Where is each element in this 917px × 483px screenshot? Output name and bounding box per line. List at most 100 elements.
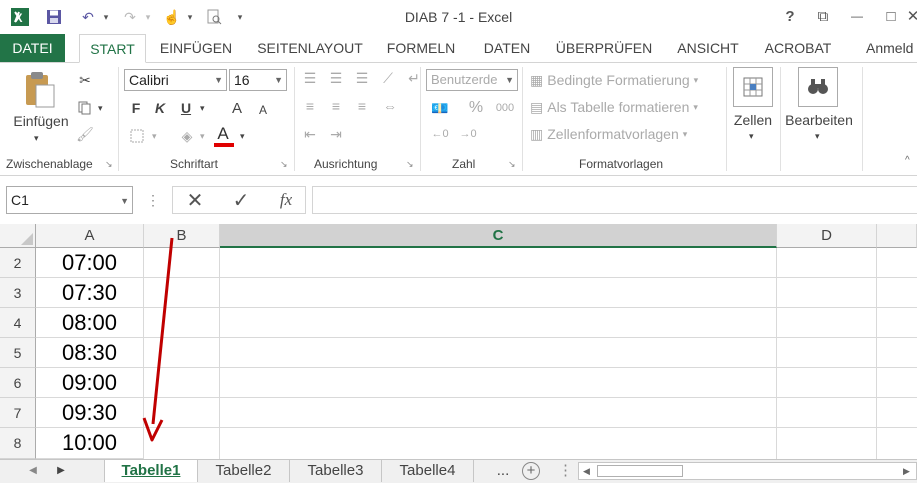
maximize-button[interactable]: □ [874, 4, 908, 28]
tab-acrobat[interactable]: ACROBAT [758, 34, 838, 62]
underline-button[interactable]: U [176, 97, 196, 119]
decrease-indent-icon[interactable]: ⇤ [300, 123, 320, 145]
tab-ueberpruefen[interactable]: ÜBERPRÜFEN [550, 34, 658, 62]
align-middle-icon[interactable]: ☰ [326, 67, 346, 89]
cell-a2[interactable]: 07:00 [36, 248, 144, 278]
ribbon-display-options-button[interactable]: ⧉ [806, 4, 840, 28]
alignment-launcher-icon[interactable]: ↘ [406, 159, 414, 170]
italic-button[interactable]: K [150, 97, 170, 119]
more-handle-icon[interactable]: ⋮ [146, 192, 160, 209]
shrink-font-button[interactable]: A [254, 99, 272, 121]
cell-a5[interactable]: 08:30 [36, 338, 144, 368]
paste-icon[interactable] [16, 69, 62, 113]
cell-a6[interactable]: 09:00 [36, 368, 144, 398]
align-left-icon[interactable]: ≡ [300, 95, 320, 117]
currency-icon[interactable]: 💶 [428, 97, 452, 119]
thousands-separator-button[interactable]: 000 [492, 97, 518, 119]
column-header-d[interactable]: D [777, 224, 877, 248]
fill-color-dropdown-icon[interactable]: ▾ [200, 131, 205, 142]
close-button[interactable]: ✕ [906, 4, 917, 28]
cell-a8[interactable]: 10:00 [36, 428, 144, 459]
scroll-sheets-right-icon[interactable]: ▶ [54, 460, 68, 482]
scroll-right-icon[interactable]: ▶ [903, 466, 910, 477]
split-handle-icon[interactable]: ⋮ [558, 460, 573, 482]
align-center-icon[interactable]: ≡ [326, 95, 346, 117]
font-color-button[interactable]: A [212, 123, 234, 145]
merge-center-icon[interactable]: ⇔ [378, 95, 402, 117]
editing-button[interactable]: Bearbeiten [782, 112, 856, 128]
increase-indent-icon[interactable]: ⇥ [326, 123, 346, 145]
tab-ansicht[interactable]: ANSICHT [666, 34, 750, 62]
scroll-sheets-left-icon[interactable]: ◀ [26, 460, 40, 482]
cell-a7[interactable]: 09:30 [36, 398, 144, 428]
conditional-formatting-button[interactable]: ▦ Bedingte Formatierung ▾ [530, 69, 698, 91]
underline-dropdown-icon[interactable]: ▾ [200, 103, 205, 114]
border-icon[interactable] [126, 125, 148, 147]
row-header[interactable]: 3 [0, 278, 36, 308]
grow-font-button[interactable]: A [228, 97, 246, 119]
binoculars-icon[interactable] [798, 67, 838, 107]
scroll-left-icon[interactable]: ◀ [583, 466, 590, 477]
row-header[interactable]: 4 [0, 308, 36, 338]
cell-a3[interactable]: 07:30 [36, 278, 144, 308]
sheet-tab-tabelle3[interactable]: Tabelle3 [290, 460, 382, 482]
column-header-e[interactable] [877, 224, 917, 248]
border-dropdown-icon[interactable]: ▾ [152, 131, 157, 142]
orientation-icon[interactable]: ⟋ [378, 67, 398, 89]
tab-daten[interactable]: DATEN [472, 34, 542, 62]
copy-icon[interactable] [74, 97, 96, 119]
row-header[interactable]: 8 [0, 428, 36, 459]
tab-einfuegen[interactable]: EINFÜGEN [150, 34, 242, 62]
column-header-c[interactable]: C [220, 224, 777, 248]
number-launcher-icon[interactable]: ↘ [508, 159, 516, 170]
font-color-dropdown-icon[interactable]: ▾ [240, 131, 245, 142]
sheet-tab-tabelle1[interactable]: Tabelle1 [104, 460, 198, 482]
scrollbar-thumb[interactable] [597, 465, 683, 477]
wrap-text-icon[interactable]: ↵ [404, 67, 424, 89]
insert-function-button[interactable]: fx [272, 189, 300, 211]
more-sheets-button[interactable]: ... [490, 460, 516, 482]
sign-in-link[interactable]: Anmeld [866, 34, 917, 62]
decrease-decimal-icon[interactable]: →0 [456, 123, 480, 145]
tab-formeln[interactable]: FORMELN [378, 34, 464, 62]
bold-button[interactable]: F [126, 97, 146, 119]
row-header[interactable]: 2 [0, 248, 36, 278]
tab-seitenlayout[interactable]: SEITENLAYOUT [250, 34, 370, 62]
sheet-tab-tabelle2[interactable]: Tabelle2 [198, 460, 290, 482]
paste-dropdown-icon[interactable]: ▾ [34, 133, 39, 144]
enter-icon[interactable]: ✓ [228, 189, 254, 212]
font-name-combo[interactable]: Calibri ▼ [124, 69, 227, 91]
align-right-icon[interactable]: ≡ [352, 95, 372, 117]
cut-icon[interactable]: ✂ [74, 69, 96, 91]
row-header[interactable]: 6 [0, 368, 36, 398]
number-format-combo[interactable]: Benutzerde ▼ [426, 69, 518, 91]
align-top-icon[interactable]: ☰ [300, 67, 320, 89]
column-header-a[interactable]: A [36, 224, 144, 248]
format-as-table-button[interactable]: ▤ Als Tabelle formatieren ▾ [530, 96, 698, 118]
editing-dropdown-icon[interactable]: ▾ [815, 131, 820, 142]
fill-color-icon[interactable]: ◈ [176, 125, 198, 147]
percent-button[interactable]: % [466, 97, 486, 119]
new-sheet-button[interactable]: + [522, 462, 540, 480]
paste-button[interactable]: Einfügen [8, 113, 74, 129]
horizontal-scrollbar[interactable]: ◀ ▶ [578, 462, 917, 480]
row-header[interactable]: 7 [0, 398, 36, 428]
align-bottom-icon[interactable]: ☰ [352, 67, 372, 89]
row-header[interactable]: 5 [0, 338, 36, 368]
cells-button[interactable]: Zellen [730, 112, 776, 128]
copy-dropdown-icon[interactable]: ▾ [98, 103, 103, 114]
collapse-ribbon-icon[interactable]: ^ [905, 155, 910, 166]
name-box[interactable]: C1 ▼ [6, 186, 133, 214]
clipboard-launcher-icon[interactable]: ↘ [105, 159, 113, 170]
font-launcher-icon[interactable]: ↘ [280, 159, 288, 170]
tab-datei[interactable]: DATEI [0, 34, 65, 62]
minimize-button[interactable]: — [840, 4, 874, 28]
cells-icon[interactable] [733, 67, 773, 107]
cell-a4[interactable]: 08:00 [36, 308, 144, 338]
increase-decimal-icon[interactable]: ←0 [428, 123, 452, 145]
font-size-combo[interactable]: 16 ▼ [229, 69, 287, 91]
format-painter-icon[interactable]: 🖌 [74, 123, 96, 145]
cancel-icon[interactable]: ✕ [182, 189, 208, 212]
formula-input[interactable] [312, 186, 917, 214]
sheet-tab-tabelle4[interactable]: Tabelle4 [382, 460, 474, 482]
